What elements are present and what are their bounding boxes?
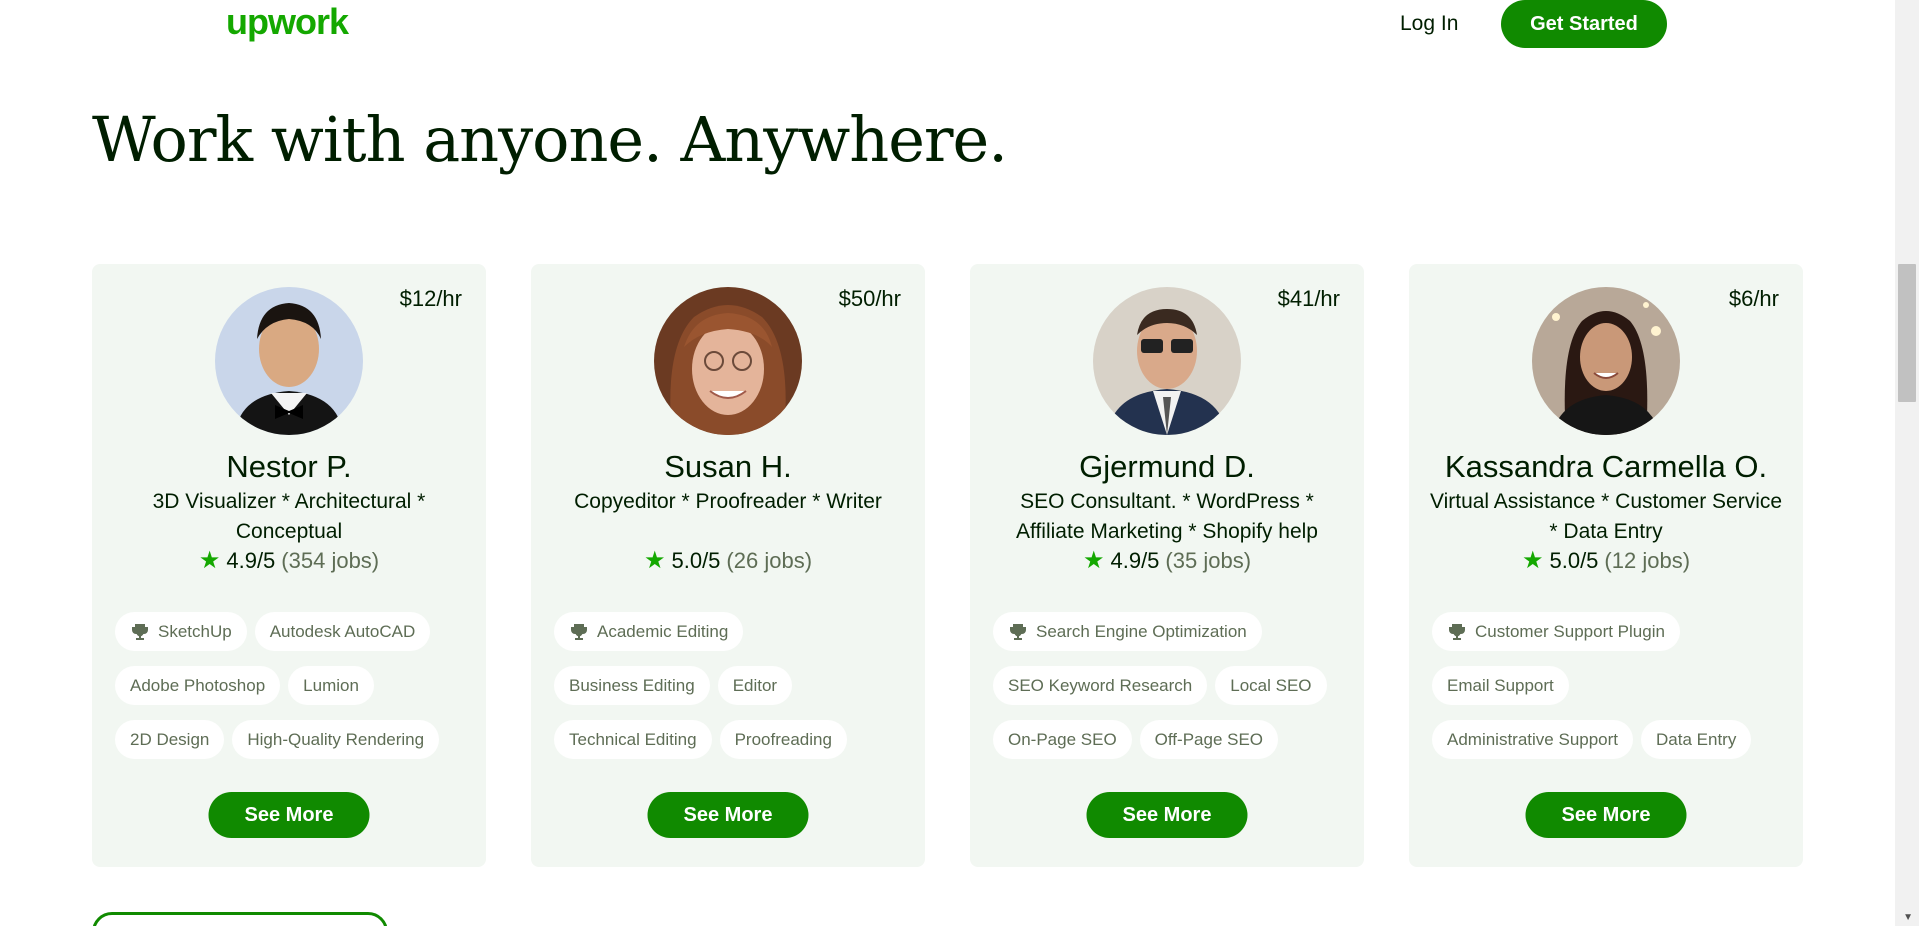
freelancer-card-kassandra: $6/hr Kassandra Carmella O. Virtual Assi… (1409, 264, 1803, 867)
page-headline: Work with anyone. Anywhere. (92, 103, 1008, 176)
job-count: (35 jobs) (1165, 548, 1252, 573)
skill-chip[interactable]: Autodesk AutoCAD (254, 612, 431, 651)
skill-chip[interactable]: Email Support (1432, 666, 1569, 705)
outline-button-partial[interactable] (92, 912, 388, 926)
skill-chip[interactable]: Off-Page SEO (1139, 720, 1279, 759)
upwork-logo[interactable]: upwork (226, 2, 349, 42)
freelancer-avatar (1532, 287, 1680, 435)
rating-score: 4.9/5 (1110, 548, 1160, 573)
skill-chip[interactable]: Customer Support Plugin (1432, 612, 1680, 651)
scroll-down-arrow-icon[interactable]: ▼ (1903, 912, 1913, 923)
scrollbar-thumb[interactable] (1898, 264, 1916, 402)
skill-list: Search Engine Optimization SEO Keyword R… (993, 612, 1348, 774)
rating-score: 5.0/5 (671, 548, 721, 573)
skill-chip[interactable]: Adobe Photoshop (115, 666, 281, 705)
star-icon: ★ (1082, 547, 1105, 574)
freelancer-name: Gjermund D. (1079, 449, 1255, 484)
freelancer-avatar (215, 287, 363, 435)
job-count: (12 jobs) (1604, 548, 1691, 573)
star-icon: ★ (643, 547, 666, 574)
hourly-rate: $12/hr (399, 286, 462, 311)
skill-chip[interactable]: Proofreading (719, 720, 847, 759)
see-more-button[interactable]: See More (208, 792, 370, 838)
freelancer-rating: ★ 4.9/5 (354 jobs) (92, 548, 486, 574)
skill-list: SketchUp Autodesk AutoCAD Adobe Photosho… (115, 612, 470, 774)
freelancer-card-nestor: $12/hr Nestor P. 3D Visualizer * Archite… (92, 264, 486, 867)
freelancer-avatar (654, 287, 802, 435)
trophy-icon (132, 623, 148, 640)
skill-chip[interactable]: Administrative Support (1432, 720, 1634, 759)
job-count: (26 jobs) (726, 548, 813, 573)
job-count: (354 jobs) (281, 548, 380, 573)
freelancer-rating: ★ 5.0/5 (12 jobs) (1409, 548, 1803, 574)
skill-chip[interactable]: 2D Design (115, 720, 225, 759)
skill-list: Customer Support Plugin Email Support Ad… (1432, 612, 1787, 774)
skill-chip[interactable]: Local SEO (1215, 666, 1327, 705)
hourly-rate: $50/hr (838, 286, 901, 311)
skill-chip[interactable]: Search Engine Optimization (993, 612, 1262, 651)
skill-chip[interactable]: SEO Keyword Research (993, 666, 1208, 705)
get-started-button[interactable]: Get Started (1501, 0, 1667, 48)
trophy-icon (1449, 623, 1465, 640)
rating-score: 5.0/5 (1549, 548, 1599, 573)
freelancer-rating: ★ 4.9/5 (35 jobs) (970, 548, 1364, 574)
see-more-button[interactable]: See More (1525, 792, 1687, 838)
freelancer-card-susan: $50/hr Susan H. Copyeditor * Proofreader… (531, 264, 925, 867)
skill-chip[interactable]: SketchUp (115, 612, 247, 651)
freelancer-avatar (1093, 287, 1241, 435)
see-more-button[interactable]: See More (647, 792, 809, 838)
skill-chip[interactable]: Technical Editing (554, 720, 712, 759)
skill-chip[interactable]: Data Entry (1641, 720, 1752, 759)
freelancer-rating: ★ 5.0/5 (26 jobs) (531, 548, 925, 574)
freelancer-title: Copyeditor * Proofreader * Writer (574, 490, 882, 513)
skill-chip[interactable]: Academic Editing (554, 612, 744, 651)
login-link[interactable]: Log In (1400, 10, 1458, 38)
skill-chip[interactable]: High-Quality Rendering (232, 720, 440, 759)
trophy-icon (571, 623, 587, 640)
rating-score: 4.9/5 (226, 548, 276, 573)
skill-chip[interactable]: Editor (717, 666, 793, 705)
star-icon: ★ (1521, 547, 1544, 574)
star-icon: ★ (198, 547, 221, 574)
freelancer-card-gjermund: $41/hr Gjermund D. SEO Consultant. * Wor… (970, 264, 1364, 867)
trophy-icon (1010, 623, 1026, 640)
vertical-scrollbar[interactable]: ▼ (1895, 0, 1919, 926)
hourly-rate: $41/hr (1277, 286, 1340, 311)
freelancer-name: Nestor P. (226, 449, 352, 484)
freelancer-title: SEO Consultant. * WordPress * Affiliate … (1016, 490, 1318, 543)
top-navigation: upwork Log In Get Started (0, 0, 1895, 50)
skill-chip[interactable]: Lumion (288, 666, 374, 705)
skill-chip[interactable]: Business Editing (554, 666, 710, 705)
see-more-button[interactable]: See More (1086, 792, 1248, 838)
freelancer-title: 3D Visualizer * Architectural * Conceptu… (152, 490, 426, 543)
freelancer-name: Susan H. (664, 449, 792, 484)
freelancer-name: Kassandra Carmella O. (1444, 449, 1768, 484)
skill-list: Academic Editing Business Editing Editor… (554, 612, 909, 774)
hourly-rate: $6/hr (1728, 286, 1779, 311)
skill-chip[interactable]: On-Page SEO (993, 720, 1132, 759)
freelancer-title: Virtual Assistance * Customer Service * … (1429, 490, 1783, 543)
